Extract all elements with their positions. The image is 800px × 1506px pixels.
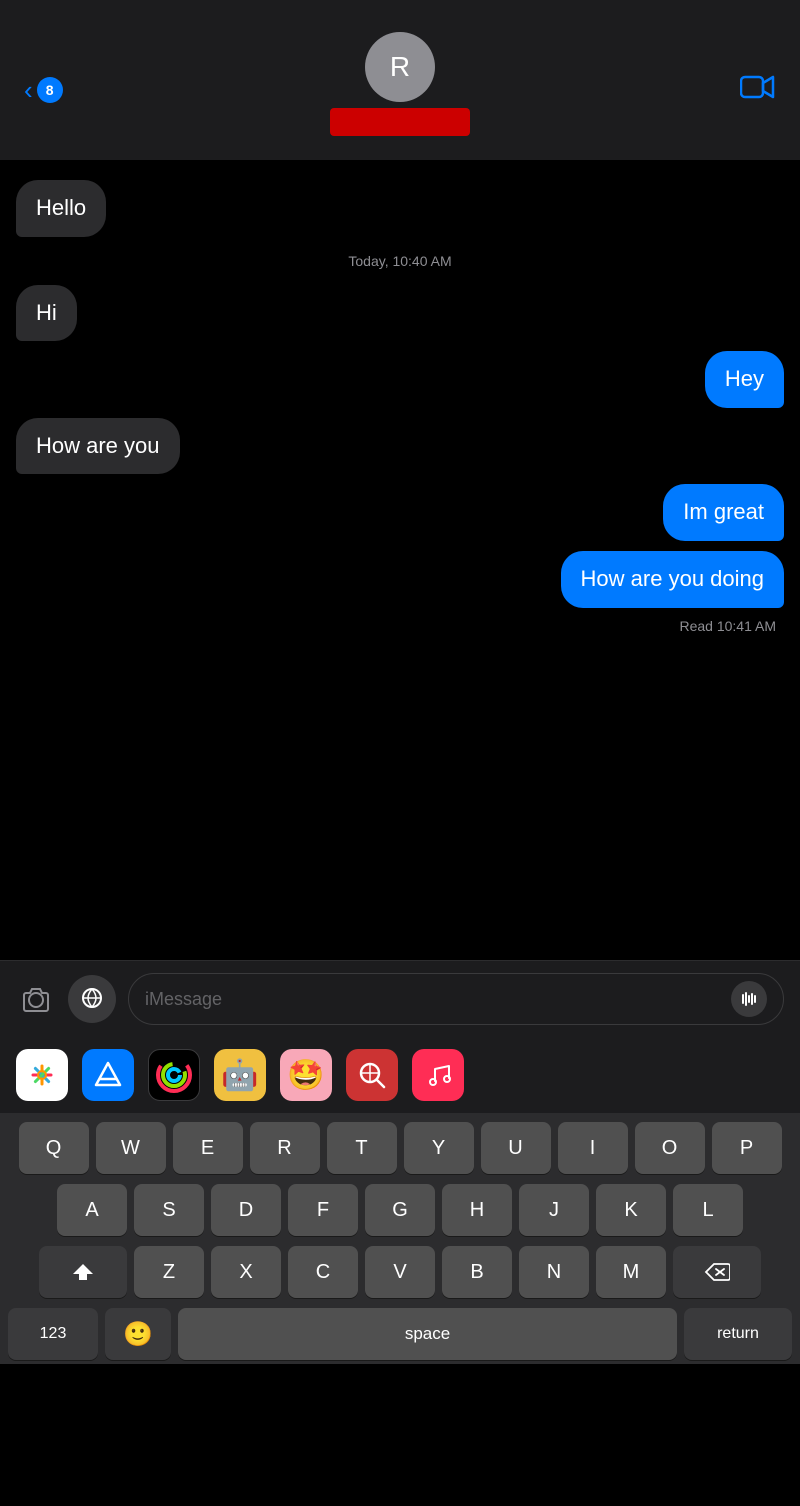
key-x[interactable]: X xyxy=(211,1246,281,1298)
message-bubble-row: Im great xyxy=(16,484,784,541)
sent-bubble: How are you doing xyxy=(561,551,784,608)
header: ‹ 8 R xyxy=(0,0,800,160)
received-bubble: Hi xyxy=(16,285,77,342)
return-key[interactable]: return xyxy=(684,1308,792,1360)
key-u[interactable]: U xyxy=(481,1122,551,1174)
keyboard-row-bottom: 123 🙂 space return xyxy=(4,1308,796,1360)
input-area: iMessage xyxy=(0,960,800,1037)
numbers-key[interactable]: 123 xyxy=(8,1308,98,1360)
key-d[interactable]: D xyxy=(211,1184,281,1236)
message-bubble-row: How are you doing xyxy=(16,551,784,608)
tray-photos-button[interactable] xyxy=(16,1049,68,1101)
key-c[interactable]: C xyxy=(288,1246,358,1298)
emoji-key[interactable]: 🙂 xyxy=(105,1308,171,1360)
message-bubble-row: Hey xyxy=(16,351,784,408)
avatar: R xyxy=(365,32,435,102)
tray-appstore-button[interactable] xyxy=(82,1049,134,1101)
message-input[interactable]: iMessage xyxy=(128,973,784,1025)
key-e[interactable]: E xyxy=(173,1122,243,1174)
key-f[interactable]: F xyxy=(288,1184,358,1236)
contact-info[interactable]: R xyxy=(330,32,470,136)
key-b[interactable]: B xyxy=(442,1246,512,1298)
key-t[interactable]: T xyxy=(327,1122,397,1174)
read-receipt: Read 10:41 AM xyxy=(16,618,784,634)
received-bubble: Hello xyxy=(16,180,106,237)
key-z[interactable]: Z xyxy=(134,1246,204,1298)
key-g[interactable]: G xyxy=(365,1184,435,1236)
tray-fitness-button[interactable] xyxy=(148,1049,200,1101)
tray-memoji2-button[interactable]: 🤩 xyxy=(280,1049,332,1101)
key-i[interactable]: I xyxy=(558,1122,628,1174)
key-k[interactable]: K xyxy=(596,1184,666,1236)
key-n[interactable]: N xyxy=(519,1246,589,1298)
key-j[interactable]: J xyxy=(519,1184,589,1236)
message-bubble-row: How are you xyxy=(16,418,784,475)
tray-music-button[interactable] xyxy=(412,1049,464,1101)
keyboard: Q W E R T Y U I O P A S D F G H J K L Z … xyxy=(0,1114,800,1364)
tray-memoji1-button[interactable]: 🤖 xyxy=(214,1049,266,1101)
key-y[interactable]: Y xyxy=(404,1122,474,1174)
camera-button[interactable] xyxy=(16,979,56,1019)
key-s[interactable]: S xyxy=(134,1184,204,1236)
received-bubble: How are you xyxy=(16,418,180,475)
space-key[interactable]: space xyxy=(178,1308,677,1360)
message-bubble-row: Hi xyxy=(16,285,784,342)
key-h[interactable]: H xyxy=(442,1184,512,1236)
video-call-button[interactable] xyxy=(740,73,776,108)
messages-area: Hello Today, 10:40 AM Hi Hey How are you… xyxy=(0,160,800,960)
key-l[interactable]: L xyxy=(673,1184,743,1236)
sent-bubble: Im great xyxy=(663,484,784,541)
apps-button[interactable] xyxy=(68,975,116,1023)
keyboard-row-1: Q W E R T Y U I O P xyxy=(4,1122,796,1174)
key-v[interactable]: V xyxy=(365,1246,435,1298)
back-button[interactable]: ‹ 8 xyxy=(24,77,63,103)
audio-button[interactable] xyxy=(731,981,767,1017)
tray-search-button[interactable] xyxy=(346,1049,398,1101)
message-bubble-row: Hello xyxy=(16,180,784,237)
contact-name-bar xyxy=(330,108,470,136)
key-w[interactable]: W xyxy=(96,1122,166,1174)
sent-bubble: Hey xyxy=(705,351,784,408)
app-tray: 🤖 🤩 xyxy=(0,1037,800,1114)
key-o[interactable]: O xyxy=(635,1122,705,1174)
back-chevron-icon: ‹ xyxy=(24,77,33,103)
key-p[interactable]: P xyxy=(712,1122,782,1174)
keyboard-row-2: A S D F G H J K L xyxy=(4,1184,796,1236)
delete-key[interactable] xyxy=(673,1246,761,1298)
keyboard-row-3: Z X C V B N M xyxy=(4,1246,796,1298)
shift-key[interactable] xyxy=(39,1246,127,1298)
key-a[interactable]: A xyxy=(57,1184,127,1236)
key-q[interactable]: Q xyxy=(19,1122,89,1174)
key-m[interactable]: M xyxy=(596,1246,666,1298)
back-badge: 8 xyxy=(37,77,63,103)
key-r[interactable]: R xyxy=(250,1122,320,1174)
message-placeholder: iMessage xyxy=(145,989,222,1010)
timestamp: Today, 10:40 AM xyxy=(16,253,784,269)
